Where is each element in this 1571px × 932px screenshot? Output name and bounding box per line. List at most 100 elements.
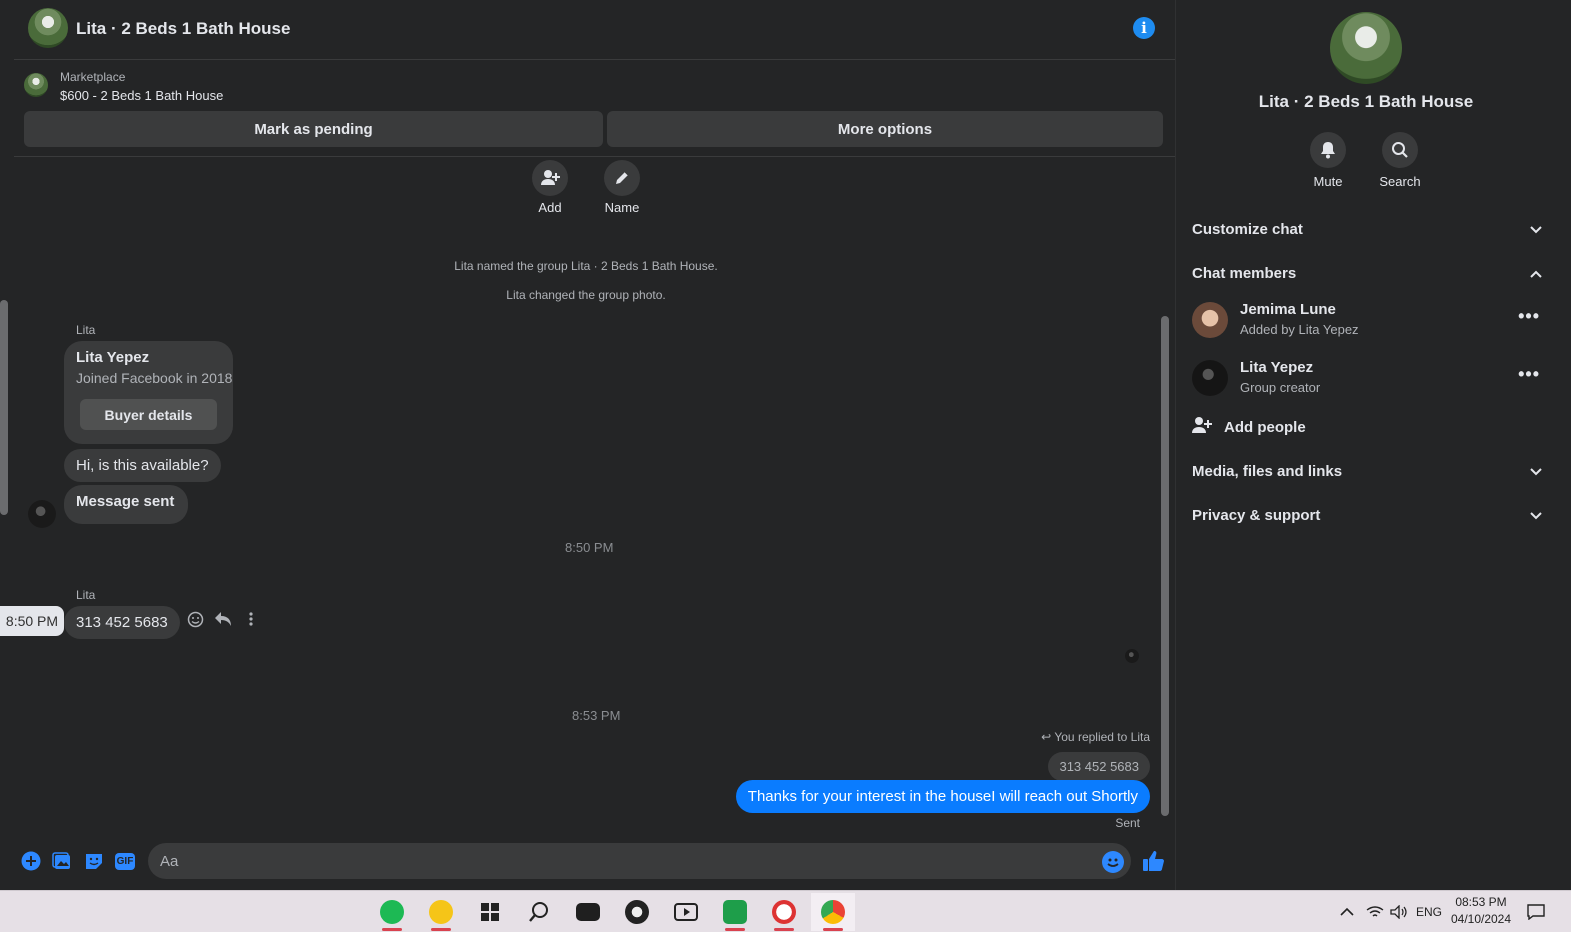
- marketplace-label: Marketplace: [60, 70, 126, 84]
- clock-date: 04/10/2024: [1450, 912, 1512, 926]
- member-item[interactable]: Lita Yepez Group creator •••: [1192, 356, 1542, 400]
- add-people-button[interactable]: Add people: [1192, 414, 1306, 440]
- gif-icon[interactable]: GIF: [114, 850, 136, 872]
- chat-header: Lita · 2 Beds 1 Bath House i: [14, 0, 1175, 60]
- more-horizontal-icon[interactable]: •••: [1518, 364, 1540, 385]
- profile-card: Lita Yepez Joined Facebook in 2018 Buyer…: [64, 341, 233, 444]
- wifi-icon[interactable]: [1366, 891, 1384, 932]
- clock[interactable]: 08:53 PM 04/10/2024: [1444, 894, 1518, 928]
- search-label: Search: [1379, 174, 1421, 189]
- member-name: Jemima Lune: [1240, 301, 1336, 318]
- react-icon[interactable]: [186, 610, 204, 628]
- listing-title[interactable]: $600 - 2 Beds 1 Bath House: [60, 88, 223, 103]
- chat-pane: Lita · 2 Beds 1 Bath House i Marketplace…: [0, 0, 1175, 890]
- profile-app-icon[interactable]: [762, 893, 806, 931]
- customize-chat-row[interactable]: Customize chat: [1192, 214, 1542, 244]
- more-vertical-icon[interactable]: [242, 610, 260, 628]
- reply-indicator: ↩ You replied to Lita: [1041, 730, 1150, 744]
- chrome-icon[interactable]: [615, 893, 659, 931]
- reply-note-text: You replied to Lita: [1054, 730, 1150, 744]
- chat-details-panel: Lita · 2 Beds 1 Bath House Mute Search C…: [1175, 0, 1571, 890]
- thread-scrollbar[interactable]: [1160, 160, 1170, 830]
- youtube-icon[interactable]: [664, 893, 708, 931]
- incoming-message[interactable]: Message sent: [64, 485, 189, 524]
- member-item[interactable]: Jemima Lune Added by Lita Yepez •••: [1192, 298, 1542, 342]
- member-role: Added by Lita Yepez: [1240, 322, 1359, 337]
- media-files-row[interactable]: Media, files and links: [1192, 456, 1542, 486]
- chat-title[interactable]: Lita · 2 Beds 1 Bath House: [76, 19, 290, 39]
- read-receipt-avatar: [1125, 649, 1139, 663]
- outgoing-message[interactable]: Thanks for your interest in the houseI w…: [735, 780, 1150, 813]
- timestamp-separator: 8:53 PM: [572, 708, 621, 723]
- time-tooltip: 8:50 PM: [0, 606, 64, 636]
- add-label: Add: [538, 200, 562, 215]
- composer: GIF: [14, 840, 1175, 884]
- sticker-icon[interactable]: [83, 850, 105, 872]
- search-action[interactable]: Search: [1370, 132, 1430, 189]
- add-person-icon[interactable]: [532, 160, 568, 196]
- incoming-message[interactable]: Hi, is this available?: [64, 449, 221, 482]
- sheets-icon[interactable]: [713, 893, 757, 931]
- scrollbar-thumb[interactable]: [1161, 316, 1169, 816]
- gif-label: GIF: [114, 852, 136, 870]
- pencil-icon[interactable]: [604, 160, 640, 196]
- photo-icon[interactable]: [51, 850, 73, 872]
- avatar[interactable]: [1192, 360, 1228, 396]
- mark-pending-button[interactable]: Mark as pending: [24, 111, 603, 147]
- volume-icon[interactable]: [1390, 891, 1408, 932]
- taskbar: ENG 08:53 PM 04/10/2024: [0, 890, 1571, 932]
- show-hidden-icons[interactable]: [1340, 891, 1354, 932]
- timestamp-separator: 8:50 PM: [565, 540, 614, 555]
- chat-members-label: Chat members: [1192, 264, 1297, 282]
- privacy-support-row[interactable]: Privacy & support: [1192, 500, 1542, 530]
- group-photo[interactable]: [1330, 12, 1402, 84]
- add-person-icon: [1192, 416, 1212, 438]
- member-role: Group creator: [1240, 380, 1321, 395]
- start-icon[interactable]: [468, 893, 512, 931]
- notifications-icon[interactable]: [1527, 891, 1545, 932]
- plus-icon[interactable]: [20, 850, 42, 872]
- message-thread: Add Name Lita named the group Lita · 2 B…: [14, 158, 1164, 840]
- name-label: Name: [604, 200, 640, 215]
- customize-chat-label: Customize chat: [1192, 220, 1303, 238]
- search-icon[interactable]: [517, 893, 561, 931]
- spotify-icon[interactable]: [370, 893, 414, 931]
- listing-thumbnail[interactable]: [24, 73, 48, 97]
- chevron-down-icon: [1530, 221, 1542, 238]
- language-indicator[interactable]: ENG: [1416, 891, 1442, 932]
- system-message: Lita changed the group photo.: [506, 288, 666, 302]
- message-input[interactable]: [148, 843, 1131, 879]
- bell-icon[interactable]: [1310, 132, 1346, 168]
- member-name: Lita Yepez: [1240, 359, 1314, 376]
- system-message: Lita named the group Lita · 2 Beds 1 Bat…: [454, 259, 718, 273]
- info-icon[interactable]: i: [1133, 17, 1155, 39]
- incoming-message[interactable]: 313 452 5683: [64, 606, 180, 639]
- avatar[interactable]: [28, 500, 56, 528]
- more-options-button[interactable]: More options: [607, 111, 1163, 147]
- reply-icon[interactable]: [214, 610, 232, 628]
- group-avatar[interactable]: [28, 8, 68, 48]
- chrome-profile-icon[interactable]: [811, 893, 855, 931]
- quoted-message[interactable]: 313 452 5683: [1048, 752, 1150, 781]
- marketplace-banner: Marketplace $600 - 2 Beds 1 Bath House M…: [14, 61, 1175, 157]
- thumbs-up-icon[interactable]: [1141, 849, 1167, 875]
- buyer-details-button[interactable]: Buyer details: [80, 399, 217, 430]
- clock-time: 08:53 PM: [1455, 895, 1507, 909]
- chat-members-row[interactable]: Chat members: [1192, 258, 1542, 288]
- chevron-up-icon: [1530, 265, 1542, 282]
- chevron-down-icon: [1530, 463, 1542, 480]
- messenger-window: Lita · 2 Beds 1 Bath House i Marketplace…: [0, 0, 1571, 932]
- profile-name[interactable]: Lita Yepez: [76, 349, 149, 366]
- emoji-icon[interactable]: [1102, 851, 1124, 873]
- page-scrollbar-thumb[interactable]: [0, 300, 8, 515]
- music-app-icon[interactable]: [419, 893, 463, 931]
- more-horizontal-icon[interactable]: •••: [1518, 306, 1540, 327]
- avatar[interactable]: [1192, 302, 1228, 338]
- file-explorer-icon[interactable]: [566, 893, 610, 931]
- chevron-down-icon: [1530, 507, 1542, 524]
- mute-action[interactable]: Mute: [1298, 132, 1358, 189]
- sender-name: Lita: [76, 588, 96, 602]
- search-icon[interactable]: [1382, 132, 1418, 168]
- group-name: Lita · 2 Beds 1 Bath House: [1258, 92, 1474, 111]
- sender-name: Lita: [76, 323, 96, 337]
